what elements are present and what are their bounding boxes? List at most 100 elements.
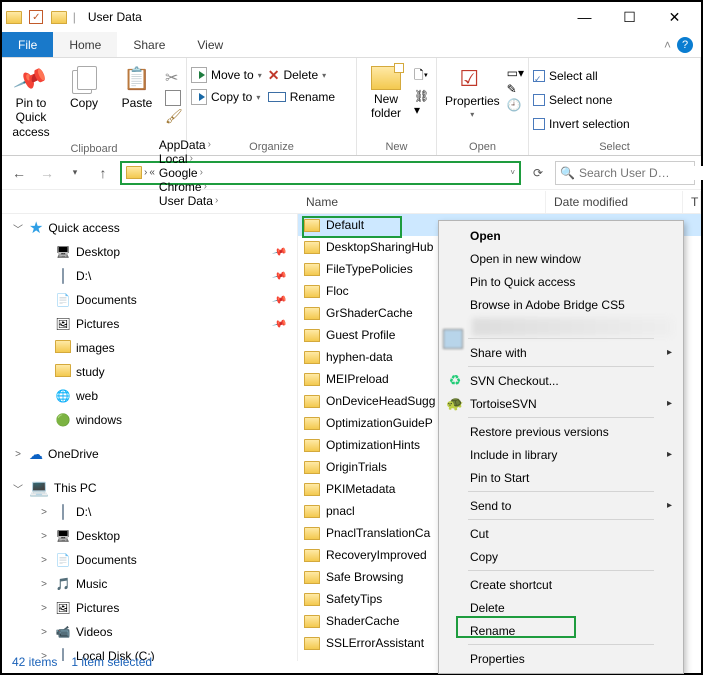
tree-icon: 📄	[55, 553, 71, 567]
tree-item-documents[interactable]: 📄Documents📌	[2, 288, 297, 312]
tree-item-desktop[interactable]: 🖥Desktop📌	[2, 240, 297, 264]
col-type-header[interactable]: T	[683, 191, 701, 213]
move-to-button[interactable]: Move to▾	[191, 64, 262, 86]
tree-icon: 🖼	[55, 317, 71, 331]
easy-access-icon[interactable]: ⛓▾	[414, 89, 432, 117]
back-button[interactable]: ←	[8, 162, 30, 184]
pin-icon: 📌	[271, 244, 287, 260]
ctx-rename[interactable]: Rename	[442, 619, 680, 642]
ctx-include-library[interactable]: Include in library	[442, 443, 680, 466]
new-folder-button[interactable]: New folder	[361, 64, 411, 123]
pin-icon: 📌	[13, 62, 49, 98]
delete-button[interactable]: ✕Delete▾	[268, 64, 335, 86]
move-icon	[191, 67, 207, 83]
tree-icon	[55, 340, 71, 356]
tree-pc-videos[interactable]: >📹Videos	[2, 620, 297, 644]
invert-selection-button[interactable]: Invert selection	[533, 113, 630, 135]
ctx-delete[interactable]: Delete	[442, 596, 680, 619]
ctx-send-to[interactable]: Send to	[442, 494, 680, 517]
new-item-icon[interactable]: 🗋▾	[414, 66, 432, 87]
crumb-local[interactable]: Local ›	[157, 152, 220, 166]
ctx-share-with[interactable]: Share with	[442, 341, 680, 364]
copy-to-button[interactable]: Copy to▾	[191, 86, 262, 108]
copy-button[interactable]: Copy	[59, 64, 109, 112]
tab-view[interactable]: View	[181, 32, 239, 57]
ctx-pin-quick-access[interactable]: Pin to Quick access	[442, 270, 680, 293]
copy-path-icon[interactable]	[165, 90, 181, 106]
tree-pc-music[interactable]: >🎵Music	[2, 572, 297, 596]
select-none-button[interactable]: Select none	[533, 89, 612, 111]
qat-newfolder-icon[interactable]	[51, 11, 67, 24]
crumb-chrome[interactable]: Chrome ›	[157, 180, 220, 194]
cut-icon[interactable]: ✂	[165, 68, 183, 88]
svn-icon: ♻	[446, 372, 464, 390]
tree-this-pc[interactable]: ﹀💻This PC	[2, 476, 297, 500]
address-bar[interactable]: › « AppData ›Local ›Google ›Chrome ›User…	[120, 161, 521, 185]
pin-icon: 📌	[271, 268, 287, 284]
crumb-google[interactable]: Google ›	[157, 166, 220, 180]
ctx-svn-checkout[interactable]: ♻SVN Checkout...	[442, 369, 680, 392]
tree-icon: 🎵	[55, 577, 71, 591]
select-all-button[interactable]: Select all	[533, 65, 598, 87]
ctx-open-new-window[interactable]: Open in new window	[442, 247, 680, 270]
qat-properties-icon[interactable]: ✓	[29, 10, 43, 24]
tree-pc-pictures[interactable]: >🖼Pictures	[2, 596, 297, 620]
tab-share[interactable]: Share	[117, 32, 181, 57]
ctx-copy[interactable]: Copy	[442, 545, 680, 568]
edit-icon[interactable]: ✎	[507, 82, 524, 96]
col-date-header[interactable]: Date modified	[546, 191, 683, 213]
crumb-appdata[interactable]: AppData ›	[157, 138, 220, 152]
crumb-user data[interactable]: User Data ›	[157, 194, 220, 208]
search-input[interactable]	[579, 166, 703, 180]
pc-icon: 💻	[29, 478, 49, 498]
refresh-button[interactable]: ⟳	[527, 162, 549, 184]
ctx-pin-start[interactable]: Pin to Start	[442, 466, 680, 489]
paste-button[interactable]: 📋 Paste	[112, 64, 162, 112]
tree-item-web[interactable]: 🌐web	[2, 384, 297, 408]
rename-button[interactable]: Rename	[268, 86, 335, 108]
properties-button[interactable]: ☑ Properties ▾	[441, 64, 504, 121]
tree-item-pictures[interactable]: 🖼Pictures📌	[2, 312, 297, 336]
ctx-create-shortcut[interactable]: Create shortcut	[442, 573, 680, 596]
group-label-clipboard: Clipboard	[6, 141, 182, 157]
help-icon[interactable]: ?	[677, 37, 693, 53]
history-icon[interactable]: 🕘	[507, 98, 524, 112]
tree-onedrive[interactable]: >☁OneDrive	[2, 442, 297, 466]
tab-file[interactable]: File	[2, 32, 53, 57]
ctx-cut[interactable]: Cut	[442, 522, 680, 545]
window-title: User Data	[88, 10, 142, 24]
tree-pc-d[interactable]: >D:\	[2, 500, 297, 524]
collapse-ribbon-icon[interactable]: ˄	[664, 38, 671, 52]
tree-item-study[interactable]: study	[2, 360, 297, 384]
group-label-new: New	[361, 139, 432, 155]
close-button[interactable]: ✕	[652, 3, 697, 31]
col-name-header[interactable]: Name	[298, 191, 546, 213]
new-folder-icon	[371, 66, 401, 90]
onedrive-icon: ☁	[29, 446, 43, 463]
pin-icon: 📌	[271, 292, 287, 308]
ctx-restore-versions[interactable]: Restore previous versions	[442, 420, 680, 443]
search-box[interactable]: 🔍	[555, 161, 695, 185]
pin-to-quick-access-button[interactable]: 📌 Pin to Quick access	[6, 64, 56, 141]
ctx-adobe-bridge[interactable]: Browse in Adobe Bridge CS5	[442, 293, 680, 316]
tree-quick-access[interactable]: ﹀★Quick access	[2, 216, 297, 240]
tree-pc-documents[interactable]: >📄Documents	[2, 548, 297, 572]
folder-icon	[304, 417, 320, 430]
tree-pc-desktop[interactable]: >🖥Desktop	[2, 524, 297, 548]
up-button[interactable]: ↑	[92, 162, 114, 184]
group-label-open: Open	[441, 139, 524, 155]
ctx-properties[interactable]: Properties	[442, 647, 680, 670]
minimize-button[interactable]: —	[562, 3, 607, 31]
open-icon[interactable]: ▭▾	[507, 66, 524, 80]
paste-shortcut-icon[interactable]: 🖌	[165, 108, 183, 125]
tree-item-windows[interactable]: 🟢windows	[2, 408, 297, 432]
recent-dropdown[interactable]: ▾	[64, 162, 86, 184]
tree-icon: 🟢	[55, 413, 71, 427]
forward-button[interactable]: →	[36, 162, 58, 184]
ctx-tortoisesvn[interactable]: 🐢TortoiseSVN	[442, 392, 680, 415]
maximize-button[interactable]: ☐	[607, 3, 652, 31]
tab-home[interactable]: Home	[53, 32, 117, 57]
ctx-open[interactable]: Open	[442, 224, 680, 247]
tree-item-images[interactable]: images	[2, 336, 297, 360]
tree-item-d[interactable]: D:\📌	[2, 264, 297, 288]
